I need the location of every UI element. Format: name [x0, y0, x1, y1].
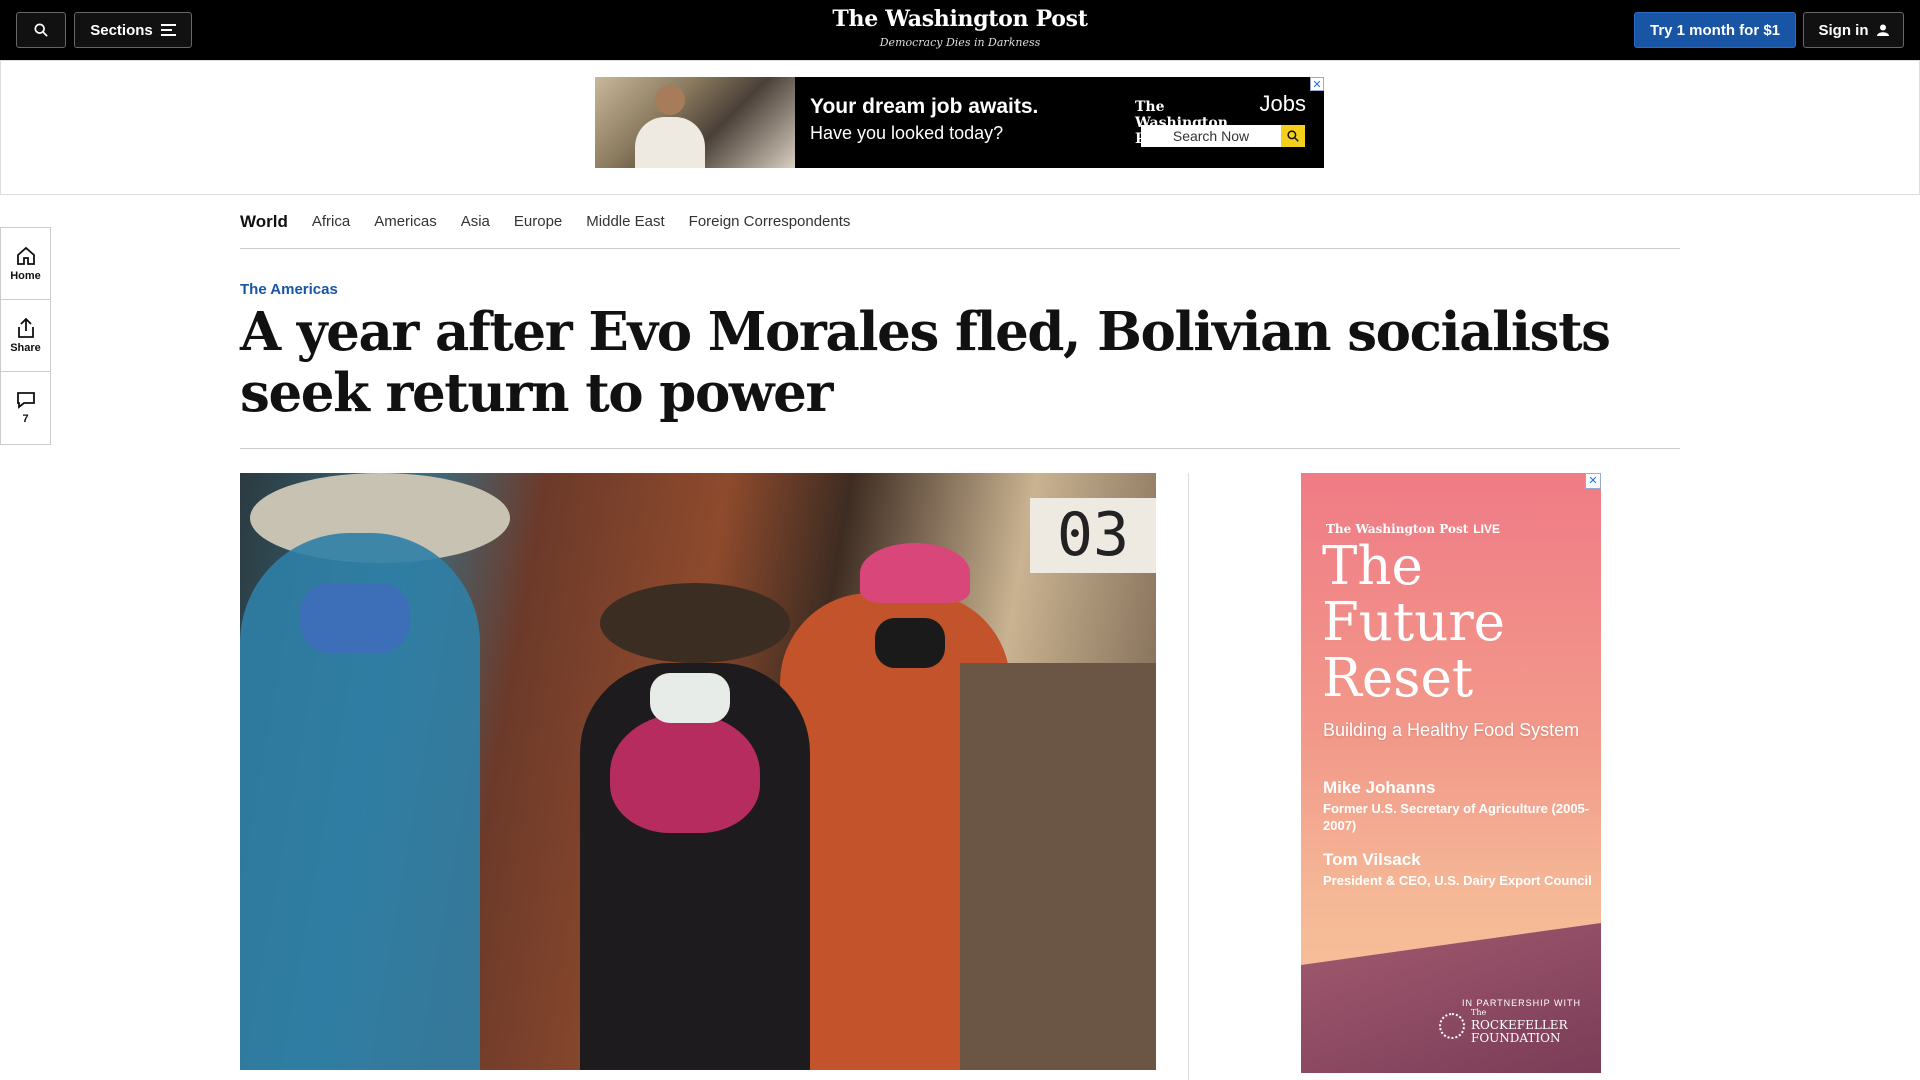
- sidebar-ad[interactable]: The Washington Post LIVE The Future Rese…: [1301, 473, 1601, 1073]
- sign-in-label: Sign in: [1818, 21, 1869, 39]
- speaker-role: Former U.S. Secretary of Agriculture (20…: [1323, 801, 1590, 833]
- partner-name: ROCKEFELLER FOUNDATION: [1471, 1018, 1568, 1045]
- side-ad-title: The Future Reset: [1322, 536, 1506, 709]
- comment-count: 7: [22, 413, 29, 425]
- lead-photo[interactable]: 03: [240, 473, 1156, 1070]
- article-headline: A year after Evo Morales fled, Bolivian …: [240, 301, 1611, 424]
- share-button[interactable]: Share: [1, 300, 50, 372]
- article-action-rail: Home Share 7: [0, 227, 51, 445]
- side-ad-speaker-1: Mike Johanns Former U.S. Secretary of Ag…: [1323, 778, 1593, 834]
- subnav-link-middle-east[interactable]: Middle East: [586, 213, 664, 230]
- speaker-name: Tom Vilsack: [1323, 850, 1421, 869]
- top-navigation-bar: Sections The Washington Post Democracy D…: [0, 0, 1920, 60]
- ad-search-box[interactable]: Search Now: [1141, 125, 1305, 147]
- search-button[interactable]: [16, 12, 66, 48]
- sections-label: Sections: [90, 21, 153, 39]
- ad-subline: Have you looked today?: [810, 123, 1004, 143]
- subnav-link-asia[interactable]: Asia: [461, 213, 490, 230]
- home-icon: [16, 246, 35, 265]
- speaker-name: Mike Johanns: [1323, 778, 1436, 797]
- site-logo[interactable]: The Washington Post: [760, 6, 1160, 32]
- side-ad-close-icon[interactable]: ✕: [1585, 473, 1601, 489]
- ad-photo: [595, 77, 795, 168]
- side-ad-subtitle: Building a Healthy Food System: [1323, 720, 1580, 740]
- speaker-role: President & CEO, U.S. Dairy Export Counc…: [1323, 873, 1592, 888]
- subnav-link-foreign-correspondents[interactable]: Foreign Correspondents: [689, 213, 851, 230]
- masthead[interactable]: The Washington Post Democracy Dies in Da…: [760, 6, 1160, 49]
- section-subnav: World Africa Americas Asia Europe Middle…: [240, 195, 1680, 249]
- search-icon: [1287, 130, 1299, 142]
- subnav-current-section[interactable]: World: [240, 212, 288, 232]
- subnav-link-africa[interactable]: Africa: [312, 213, 350, 230]
- headline-divider: [240, 448, 1680, 449]
- comments-button[interactable]: 7: [1, 372, 50, 444]
- article-kicker[interactable]: The Americas: [240, 281, 338, 298]
- subscribe-trial-button[interactable]: Try 1 month for $1: [1634, 12, 1796, 48]
- subnav-link-europe[interactable]: Europe: [514, 213, 562, 230]
- subnav-link-americas[interactable]: Americas: [374, 213, 437, 230]
- share-label: Share: [10, 341, 41, 354]
- user-icon: [1876, 24, 1889, 36]
- jobs-ad[interactable]: Your dream job awaits. Have you looked t…: [595, 77, 1324, 168]
- site-tagline: Democracy Dies in Darkness: [879, 36, 1041, 49]
- side-ad-brand: The Washington Post LIVE: [1326, 522, 1500, 536]
- ad-headline: Your dream job awaits.: [810, 95, 1039, 118]
- home-label: Home: [10, 269, 41, 282]
- ad-search-button[interactable]: [1281, 125, 1305, 147]
- ad-search-label[interactable]: Search Now: [1141, 125, 1281, 147]
- column-divider: [1188, 473, 1189, 1080]
- side-ad-brand-suffix: LIVE: [1473, 522, 1500, 536]
- home-button[interactable]: Home: [1, 228, 50, 300]
- ad-close-icon[interactable]: ✕: [1310, 77, 1324, 91]
- side-ad-partner-logo: The ROCKEFELLER FOUNDATION: [1439, 1006, 1581, 1045]
- comment-icon: [16, 392, 35, 409]
- sections-menu-button[interactable]: Sections: [74, 12, 192, 48]
- ad-brand-suffix: Jobs: [1259, 91, 1306, 116]
- hamburger-icon: [160, 24, 176, 36]
- side-ad-speaker-2: Tom Vilsack President & CEO, U.S. Dairy …: [1323, 850, 1593, 889]
- search-icon: [34, 23, 48, 37]
- globe-icon: [1439, 1012, 1465, 1039]
- share-icon: [17, 317, 34, 338]
- side-ad-brand-name: The Washington Post: [1326, 522, 1469, 536]
- polling-table-sign: 03: [1030, 498, 1156, 573]
- sign-in-button[interactable]: Sign in: [1803, 12, 1904, 48]
